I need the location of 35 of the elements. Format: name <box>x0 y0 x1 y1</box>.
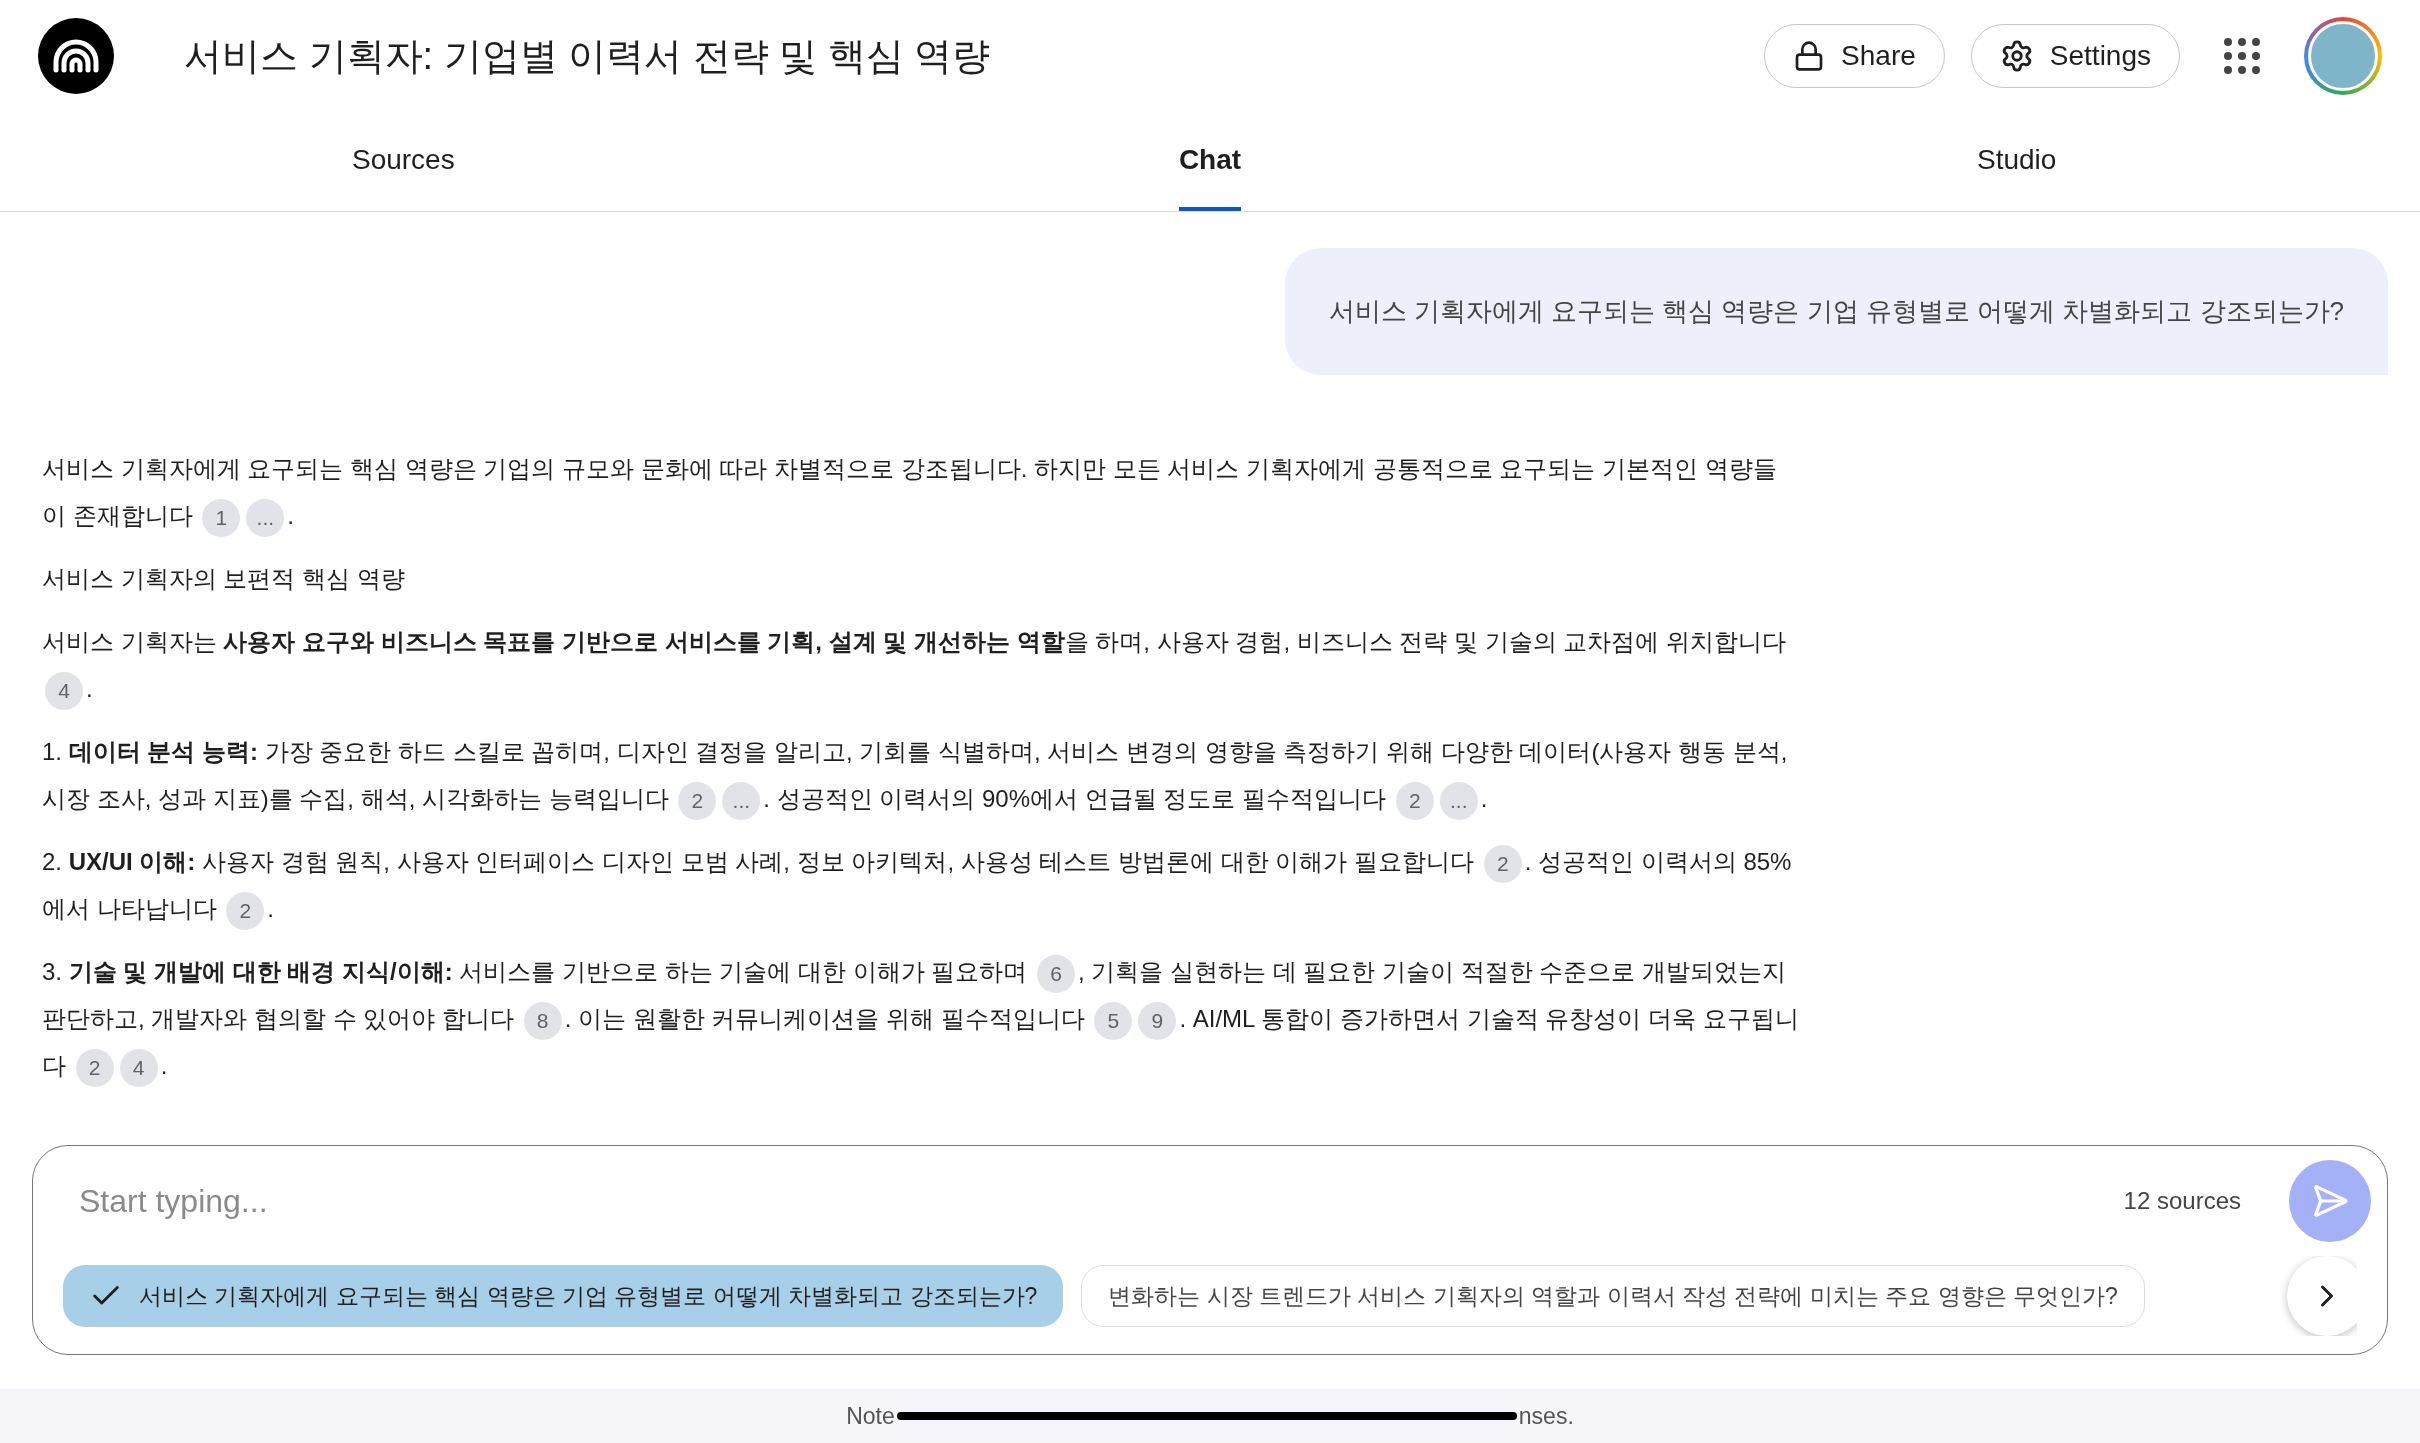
citation-chip[interactable]: 2 <box>1395 781 1434 820</box>
citation-chip[interactable]: 2 <box>75 1048 114 1087</box>
source-count: 12 sources <box>2123 1186 2241 1216</box>
response-paragraph: 2. UX/UI 이해: 사용자 경험 원칙, 사용자 인터페이스 디자인 모범 사례, 정보 아키텍처, 사용성 테스트 방법론에 대한 이해가 필요합니다 2 . 성공적인 이력서의 85%에서 나타납니다 2 . <box>42 838 1800 932</box>
citation-chip[interactable]: 6 <box>1037 954 1076 993</box>
notebook-title: 서비스 기획자: 기업별 이력서 전략 및 핵심 역량 <box>184 33 991 79</box>
citation-chip[interactable]: 4 <box>119 1048 158 1087</box>
chat-input-field[interactable]: Start typing... <box>79 1177 2124 1225</box>
response-paragraph: 서비스 기획자의 보편적 핵심 역량 <box>42 564 406 594</box>
suggestion-chip[interactable]: 변화하는 시장 트렌드가 서비스 기획자의 역할과 이력서 작성 전략에 미치는 주요 영향은 무엇인가? <box>1081 1265 2145 1327</box>
citation-chip[interactable]: 1 <box>202 498 241 537</box>
citation-chip[interactable]: ... <box>1439 781 1478 820</box>
user-message-bubble: 서비스 기획자에게 요구되는 핵심 역량은 기업 유형별로 어떻게 차별화되고 강조되는가? <box>1284 248 2388 375</box>
citation-chip[interactable]: 9 <box>1138 1001 1177 1040</box>
tab[interactable]: Sources <box>0 112 807 211</box>
citation-chip[interactable]: 5 <box>1094 1001 1133 1040</box>
footer-text: Note <box>846 1401 895 1431</box>
citation-chip[interactable]: 4 <box>45 671 83 710</box>
logo-icon[interactable] <box>38 18 114 94</box>
tab[interactable]: Chat <box>806 112 1614 211</box>
citation-chip[interactable]: 2 <box>1483 844 1522 883</box>
citation-chip[interactable]: ... <box>246 498 285 537</box>
citation-chip[interactable]: 2 <box>226 891 265 930</box>
suggestion-chip[interactable]: 서비스 기획자에게 요구되는 핵심 역량은 기업 유형별로 어떻게 차별화되고 강조되는가? <box>63 1265 1064 1327</box>
response-paragraph: 3. 기술 및 개발에 대한 배경 지식/이해: 서비스를 기반으로 하는 기술에 대한 이해가 필요하며 6 , 기획을 실현하는 데 필요한 기술이 적절한 수준으로 개발되었는지 판단하고, 개발자와 협의할 수 있어야 합니다 8 . 이는 원활한 커뮤니케이션을 위해 필수적입니다 5 9 . AI/ML 통합이 증가하면서 기술적 유창성이 더욱 요구됩니다 2 4 . <box>42 948 1800 1089</box>
footer-text: nses. <box>1518 1401 1574 1431</box>
tab[interactable]: Studio <box>1613 112 2420 211</box>
response-paragraph: 1. 데이터 분석 능력: 가장 중요한 하드 스킬로 꼽히며, 디자인 결정을 알리고, 기회를 식별하며, 서비스 변경의 영향을 측정하기 위해 다양한 데이터(사용자 행동 분석, 시장 조사, 성과 지표)를 수집, 해석, 시각화하는 능력입니다 2 ... . 성공적인 이력서의 90%에서 언급될 정도로 필수적입니다 2 ... . <box>42 728 1800 822</box>
citation-chip[interactable]: 2 <box>678 781 717 820</box>
send-icon <box>2311 1182 2349 1220</box>
response-paragraph: 서비스 기획자는 사용자 요구와 비즈니스 목표를 기반으로 서비스를 기획, 설계 및 개선하는 역할을 하며, 사용자 경험, 비즈니스 전략 및 기술의 교차점에 위치합니다 4 . <box>42 618 1800 712</box>
citation-chip[interactable]: 8 <box>523 1001 562 1040</box>
citation-chip[interactable]: ... <box>722 781 761 820</box>
apps-grid-icon[interactable] <box>2224 38 2260 74</box>
response-paragraph: 서비스 기획자에게 요구되는 핵심 역량은 기업의 규모와 문화에 따라 차별적으로 강조됩니다. 하지만 모든 서비스 기획자에게 공통적으로 요구되는 기본적인 역량들이 존재합니다 1 ... . <box>42 445 1800 539</box>
